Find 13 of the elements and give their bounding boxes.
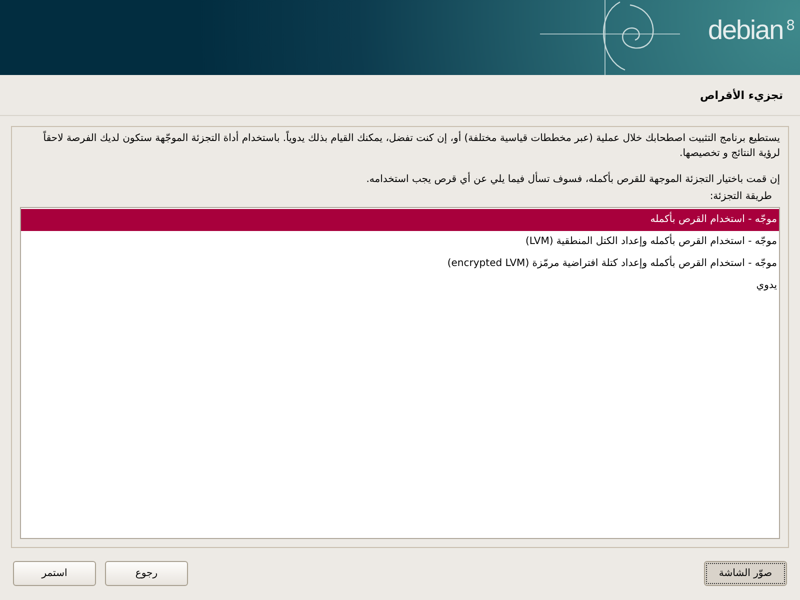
continue-button[interactable]: استمر [13, 561, 96, 586]
screenshot-button[interactable]: صوّر الشاشة [704, 561, 787, 586]
list-item[interactable]: يدوي [21, 275, 779, 297]
description-text: إن قمت باختيار التجزئة الموجهة للقرص بأكمله، فسوف تسأل فيما يلي عن أي قرص يجب استخدامه. [20, 172, 780, 187]
page-title: تجزيء الأقراص [700, 88, 783, 102]
list-item[interactable]: موجّه - استخدام القرص بأكمله وإعداد كتلة افتراضية مرمّزة (encrypted LVM) [21, 253, 779, 275]
list-label: طريقة التجزئة: [708, 190, 772, 204]
list-item[interactable]: موجّه - استخدام القرص بأكمله وإعداد الكتل المنطقية (LVM) [21, 231, 779, 253]
logo-text: debian [708, 14, 784, 46]
list-item[interactable]: موجّه - استخدام القرص بأكمله [21, 209, 779, 231]
description-text: يستطيع برنامج التثبيت اصطحابك خلال عملية (عبر مخططات قياسية مختلفة) أو، إن كنت تفضل، يمكنك القيام بذلك يدوياً. باستخدام أداة التجزئة الموجّهة ستكون لديك الفرصة لاحقاً لرؤية النتائج و تخصيصها. [20, 131, 780, 161]
back-button[interactable]: رجوع [105, 561, 188, 586]
version-number: 8 [786, 18, 796, 34]
